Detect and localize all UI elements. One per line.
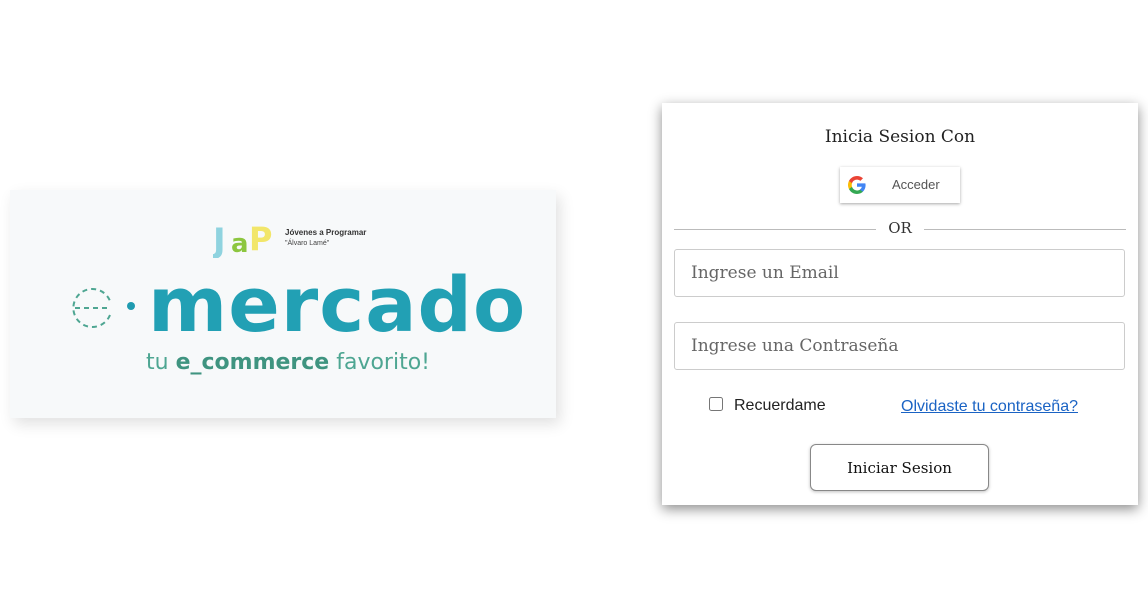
brand-banner: J a P Jóvenes a Programar "Álvaro Lamé" …: [10, 190, 556, 418]
login-submit-button[interactable]: Iniciar Sesion: [810, 444, 989, 491]
google-button-label: Acceder: [892, 177, 940, 192]
remember-label: Recuerdame: [734, 397, 826, 414]
google-g-icon: [848, 176, 866, 194]
password-field[interactable]: [674, 322, 1125, 370]
svg-text:P: P: [249, 220, 272, 258]
jap-org-subname: "Álvaro Lamé": [285, 240, 330, 247]
svg-text:J: J: [213, 221, 226, 258]
logo-wordmark: mercado: [148, 260, 527, 349]
svg-text:a: a: [231, 229, 249, 258]
remember-checkbox[interactable]: [709, 397, 723, 411]
forgot-password-link[interactable]: Olvidaste tu contraseña?: [901, 398, 1078, 416]
or-separator: OR: [674, 219, 1126, 239]
email-field[interactable]: [674, 249, 1125, 297]
tagline: tu e_commerce favorito!: [146, 350, 430, 375]
google-signin-button[interactable]: Acceder: [840, 167, 960, 203]
login-title: Inicia Sesion Con: [824, 127, 976, 147]
separator-line-right: [924, 229, 1126, 230]
e-logo-icon: [72, 288, 111, 328]
separator-text: OR: [888, 219, 912, 237]
tagline-bold: e_commerce: [175, 350, 330, 375]
logo-dot: [127, 302, 135, 310]
jap-logo-icon: J a P: [213, 220, 272, 258]
login-card: Inicia Sesion Con Acceder OR Recuerdame …: [662, 103, 1138, 505]
jap-org-name: Jóvenes a Programar: [285, 228, 367, 237]
jap-logo: J a P Jóvenes a Programar "Álvaro Lamé": [213, 218, 383, 258]
tagline-prefix: tu: [146, 350, 176, 375]
tagline-suffix: favorito!: [329, 350, 430, 375]
